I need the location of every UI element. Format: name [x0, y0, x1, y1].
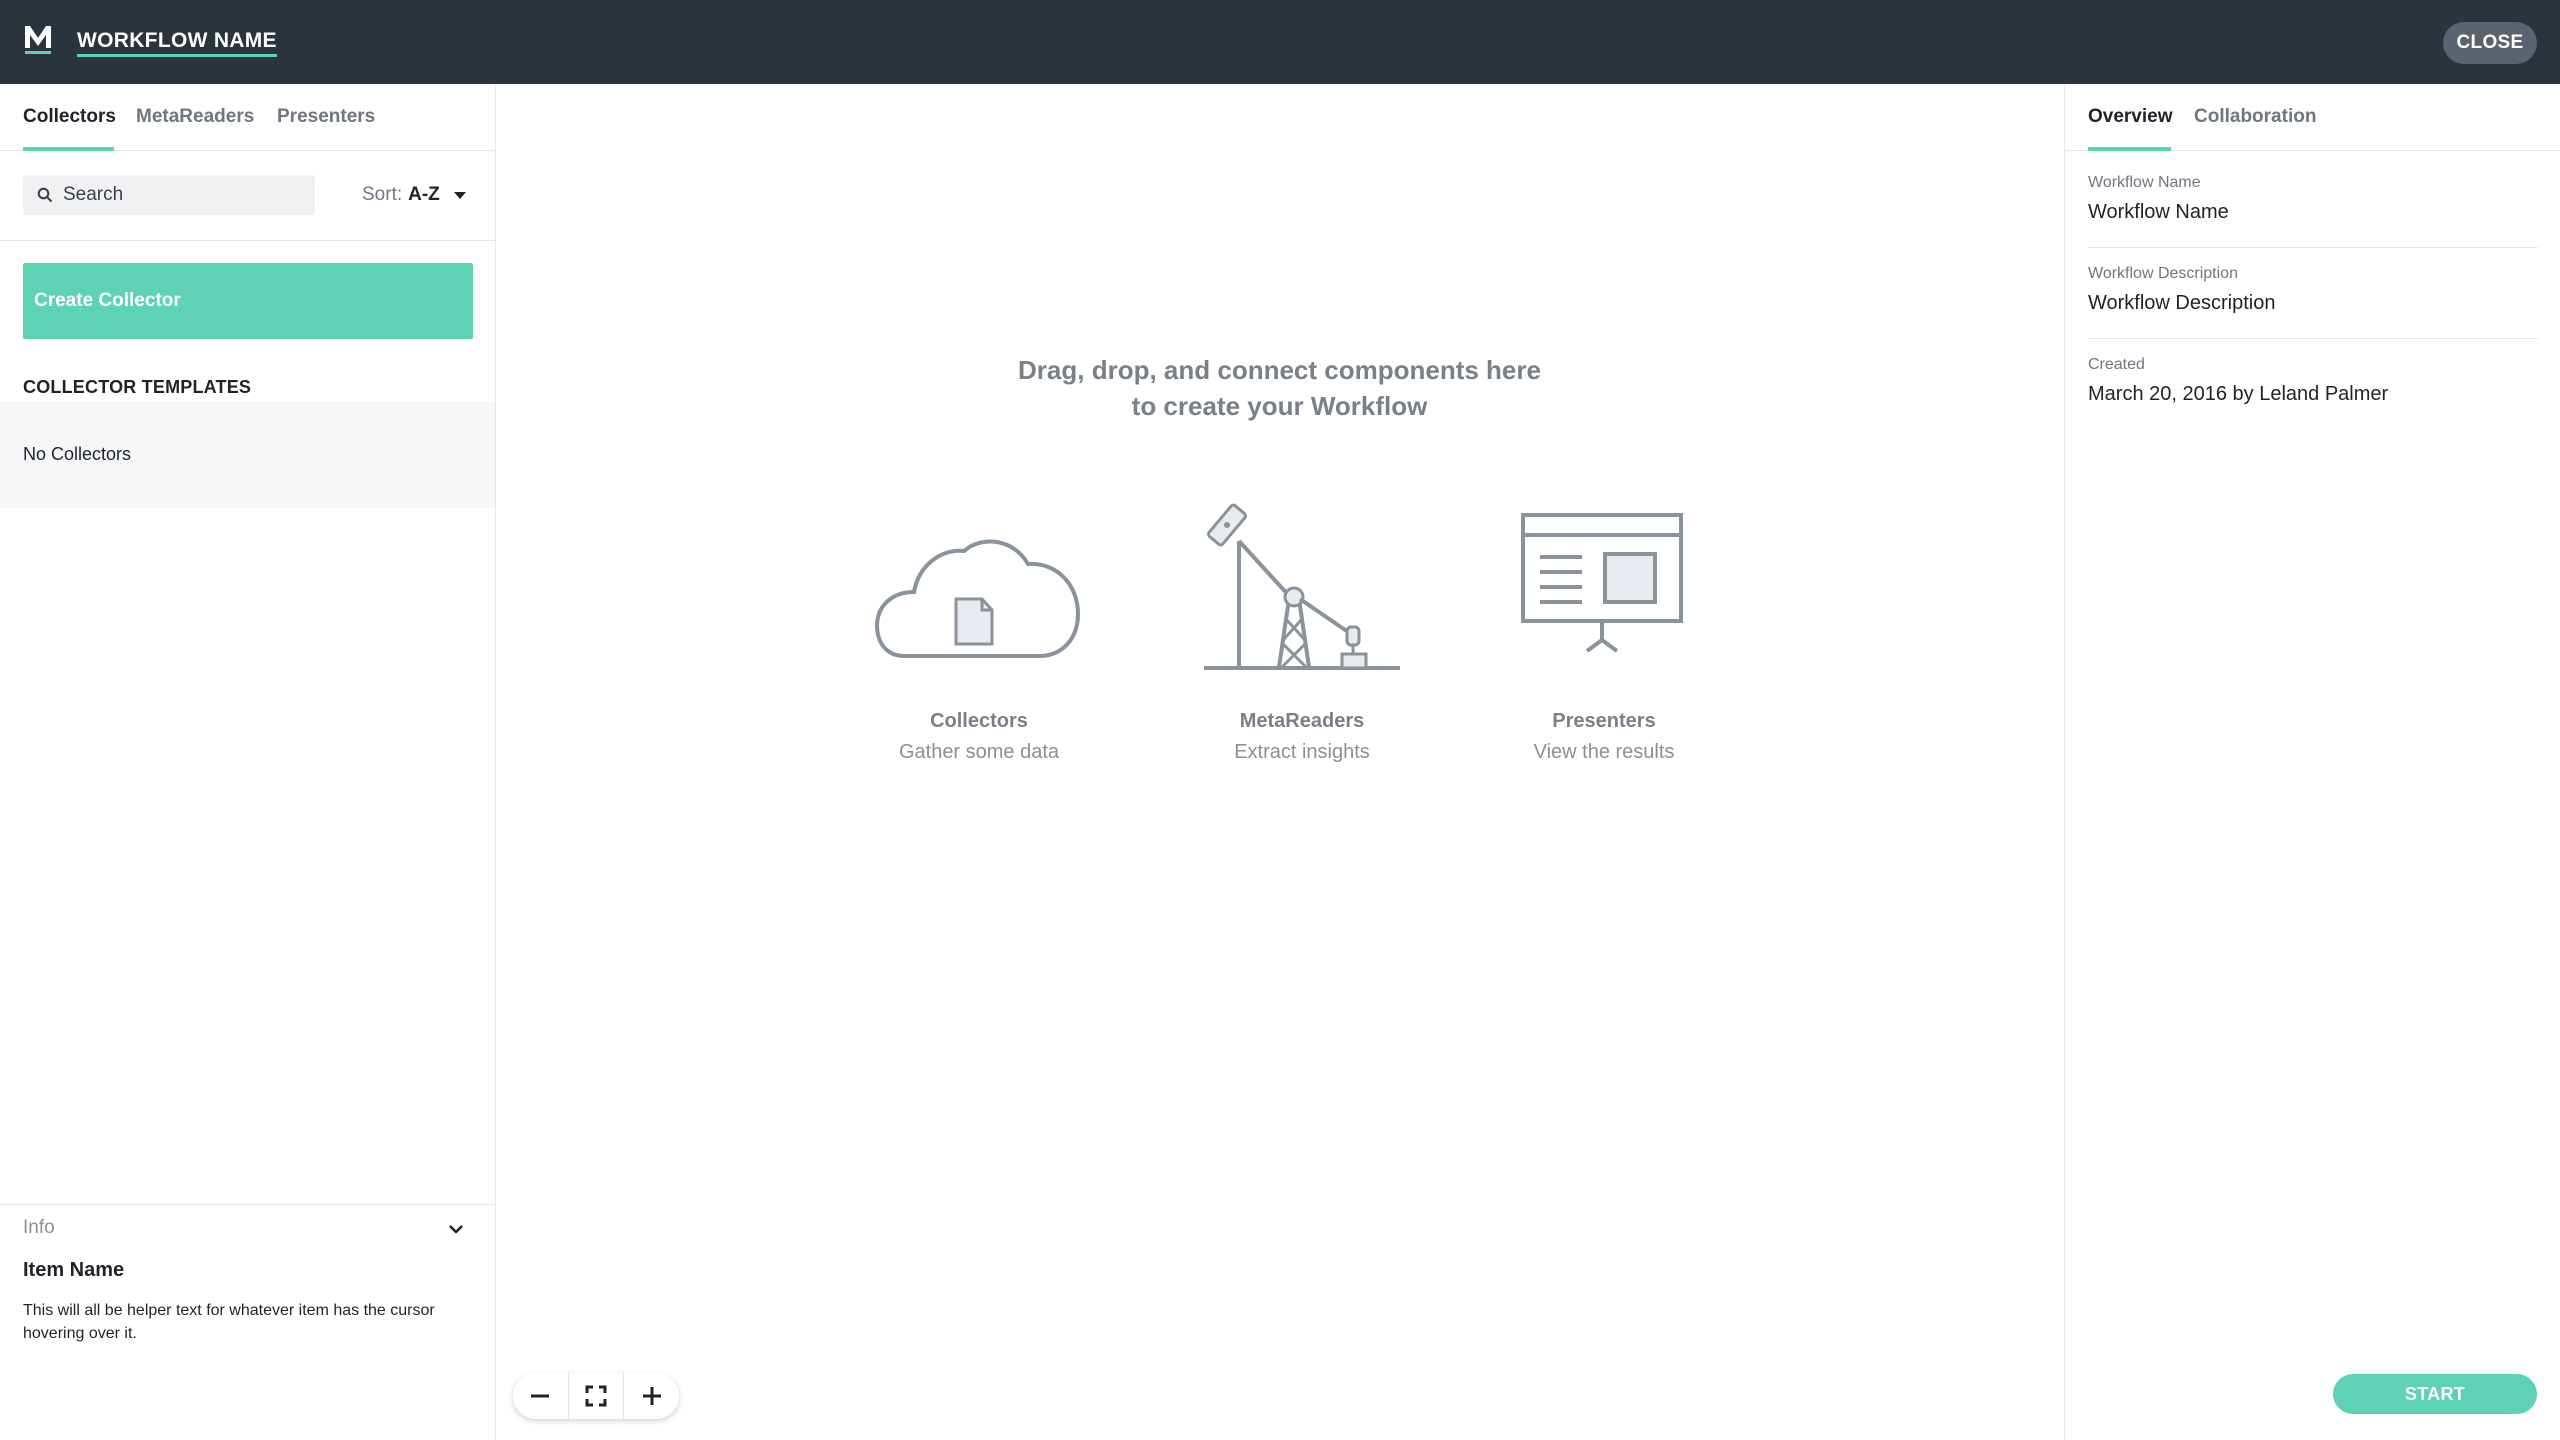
active-tab-indicator — [2088, 147, 2171, 151]
component-collectors[interactable]: Collectors Gather some data — [849, 710, 1109, 764]
search-input[interactable] — [63, 175, 303, 215]
templates-heading: COLLECTOR TEMPLATES — [23, 377, 252, 397]
workflow-description-field[interactable]: Workflow Description Workflow Descriptio… — [2088, 265, 2538, 339]
workflow-name-field[interactable]: Workflow Name Workflow Name — [2088, 174, 2538, 248]
field-value[interactable]: Workflow Description — [2088, 292, 2538, 315]
canvas-hint-line1: Drag, drop, and connect components here — [1018, 355, 1541, 385]
components-panel: Collectors MetaReaders Presenters Sort: … — [0, 84, 496, 1440]
tab-collectors[interactable]: Collectors — [23, 106, 116, 128]
info-item-name: Item Name — [23, 1259, 125, 1281]
field-label: Workflow Description — [2088, 265, 2238, 282]
zoom-controls — [513, 1373, 679, 1419]
tab-presenters[interactable]: Presenters — [277, 106, 375, 128]
field-value: March 20, 2016 by Leland Palmer — [2088, 383, 2389, 405]
create-collector-button[interactable]: Create Collector — [23, 263, 473, 339]
component-name: Collectors — [930, 710, 1028, 732]
field-label: Workflow Name — [2088, 174, 2201, 191]
properties-panel: Overview Collaboration Workflow Name Wor… — [2064, 84, 2560, 1440]
fit-screen-icon — [585, 1385, 607, 1407]
workflow-title[interactable]: WORKFLOW NAME — [77, 29, 277, 53]
chevron-down-icon[interactable] — [448, 1223, 464, 1235]
fit-screen-button[interactable] — [569, 1373, 624, 1419]
component-tabs: Collectors MetaReaders Presenters — [0, 84, 495, 151]
templates-list: No Collectors — [0, 402, 495, 508]
top-bar: WORKFLOW NAME CLOSE — [0, 0, 2560, 84]
templates-empty-text: No Collectors — [23, 444, 132, 464]
close-button[interactable]: CLOSE — [2443, 22, 2537, 64]
sort-dropdown[interactable]: Sort: A-Z — [362, 175, 466, 215]
component-description: View the results — [1533, 741, 1675, 763]
cloud-document-icon[interactable] — [874, 514, 1084, 664]
zoom-out-icon — [531, 1394, 550, 1398]
field-label: Created — [2088, 356, 2145, 373]
info-helper-text: This will all be helper text for whateve… — [23, 1302, 435, 1342]
component-name: MetaReaders — [1239, 710, 1365, 732]
sort-label: Sort: — [362, 184, 403, 205]
oil-pump-icon[interactable] — [1204, 499, 1404, 674]
zoom-in-icon — [642, 1387, 661, 1405]
app-logo[interactable] — [22, 22, 54, 56]
sort-value: A-Z — [408, 184, 440, 205]
component-name: Presenters — [1552, 710, 1656, 732]
start-button[interactable]: START — [2333, 1374, 2537, 1414]
info-label: Info — [23, 1217, 55, 1238]
component-description: Extract insights — [1234, 741, 1370, 763]
component-description: Gather some data — [898, 741, 1060, 763]
canvas-hint-line2: to create your Workflow — [1131, 391, 1428, 421]
search-field[interactable] — [23, 175, 315, 215]
presentation-board-icon[interactable] — [1520, 512, 1685, 654]
tab-overview[interactable]: Overview — [2088, 106, 2173, 128]
tab-metareaders[interactable]: MetaReaders — [136, 106, 254, 128]
workflow-canvas[interactable]: Drag, drop, and connect components here … — [496, 84, 2064, 1440]
zoom-out-button[interactable] — [513, 1373, 568, 1419]
properties-tabs: Overview Collaboration — [2065, 84, 2560, 151]
created-field: Created March 20, 2016 by Leland Palmer — [2088, 356, 2538, 406]
search-icon — [37, 187, 53, 203]
canvas-hint: Drag, drop, and connect components here … — [496, 352, 2064, 424]
field-value[interactable]: Workflow Name — [2088, 201, 2538, 224]
info-panel: Info Item Name This will all be helper t… — [0, 1204, 495, 1440]
component-presenters[interactable]: Presenters View the results — [1474, 710, 1734, 764]
component-metareaders[interactable]: MetaReaders Extract insights — [1172, 710, 1432, 764]
caret-down-icon — [453, 191, 466, 199]
tab-collaboration[interactable]: Collaboration — [2194, 106, 2316, 128]
zoom-in-button[interactable] — [624, 1373, 679, 1419]
